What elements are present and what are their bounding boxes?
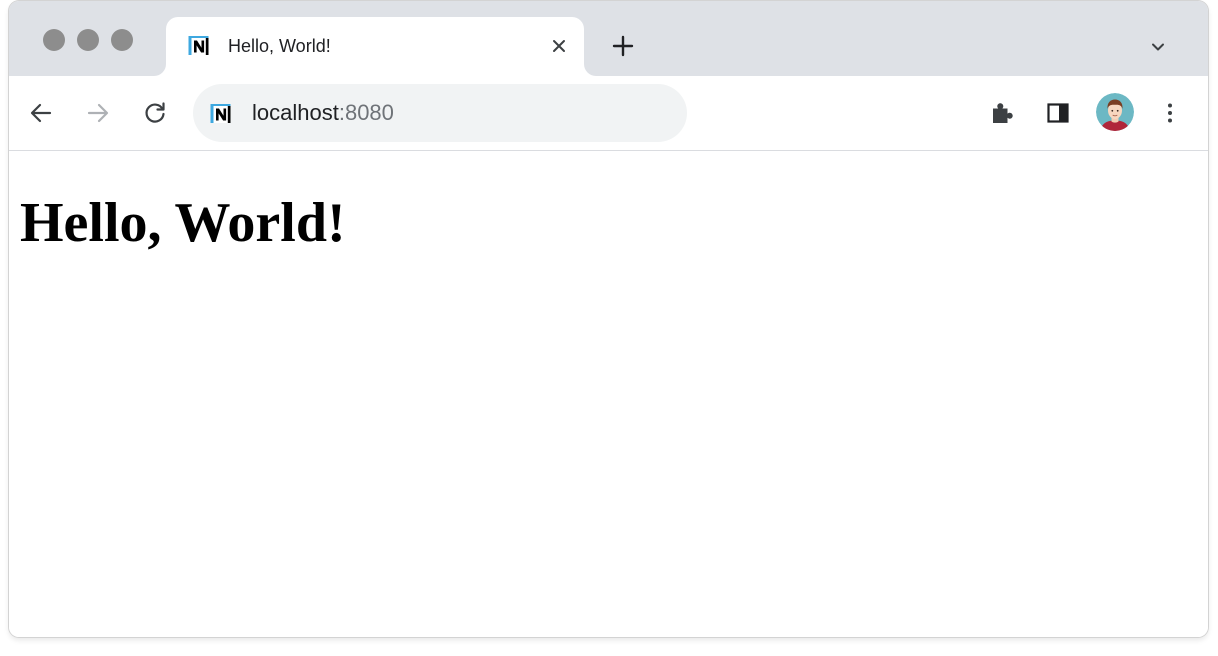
page-viewport: Hello, World!: [9, 151, 1208, 637]
arrow-left-icon: [30, 103, 52, 123]
puzzle-piece-icon: [993, 103, 1013, 123]
side-panel-button[interactable]: [1043, 98, 1073, 128]
url-text[interactable]: localhost:8080: [252, 100, 394, 126]
arrow-right-icon: [87, 103, 109, 123]
n-logo-icon: [210, 103, 232, 125]
browser-menu-button[interactable]: [1155, 98, 1185, 128]
back-button[interactable]: [26, 98, 56, 128]
close-icon: [553, 40, 565, 52]
avatar-icon: [1096, 93, 1134, 131]
window-minimize-button[interactable]: [77, 29, 99, 51]
new-tab-button[interactable]: [608, 31, 638, 61]
url-port: :8080: [338, 100, 394, 125]
three-dots-vertical-icon: [1168, 103, 1172, 123]
n-logo-icon: [188, 35, 210, 57]
reload-icon: [145, 102, 165, 123]
tab-title: Hello, World!: [228, 36, 331, 56]
plus-icon: [612, 35, 634, 57]
extensions-button[interactable]: [987, 98, 1017, 128]
browser-window: Hello, World! localhost:8080 Hello, Worl…: [9, 1, 1208, 637]
window-close-button[interactable]: [43, 29, 65, 51]
chevron-down-icon: [1152, 43, 1164, 51]
side-panel-icon: [1047, 103, 1069, 123]
url-host: localhost: [252, 100, 339, 125]
window-maximize-button[interactable]: [111, 29, 133, 51]
tab-close-button[interactable]: [544, 31, 574, 61]
reload-button[interactable]: [140, 98, 170, 128]
address-bar[interactable]: localhost:8080: [193, 84, 687, 142]
page-heading: Hello, World!: [20, 192, 346, 254]
forward-button[interactable]: [83, 98, 113, 128]
tab-strip: Hello, World!: [9, 1, 1208, 76]
tab-active[interactable]: Hello, World!: [166, 17, 584, 76]
tab-search-button[interactable]: [1146, 35, 1170, 59]
toolbar: localhost:8080: [9, 76, 1208, 151]
profile-avatar[interactable]: [1096, 93, 1134, 131]
